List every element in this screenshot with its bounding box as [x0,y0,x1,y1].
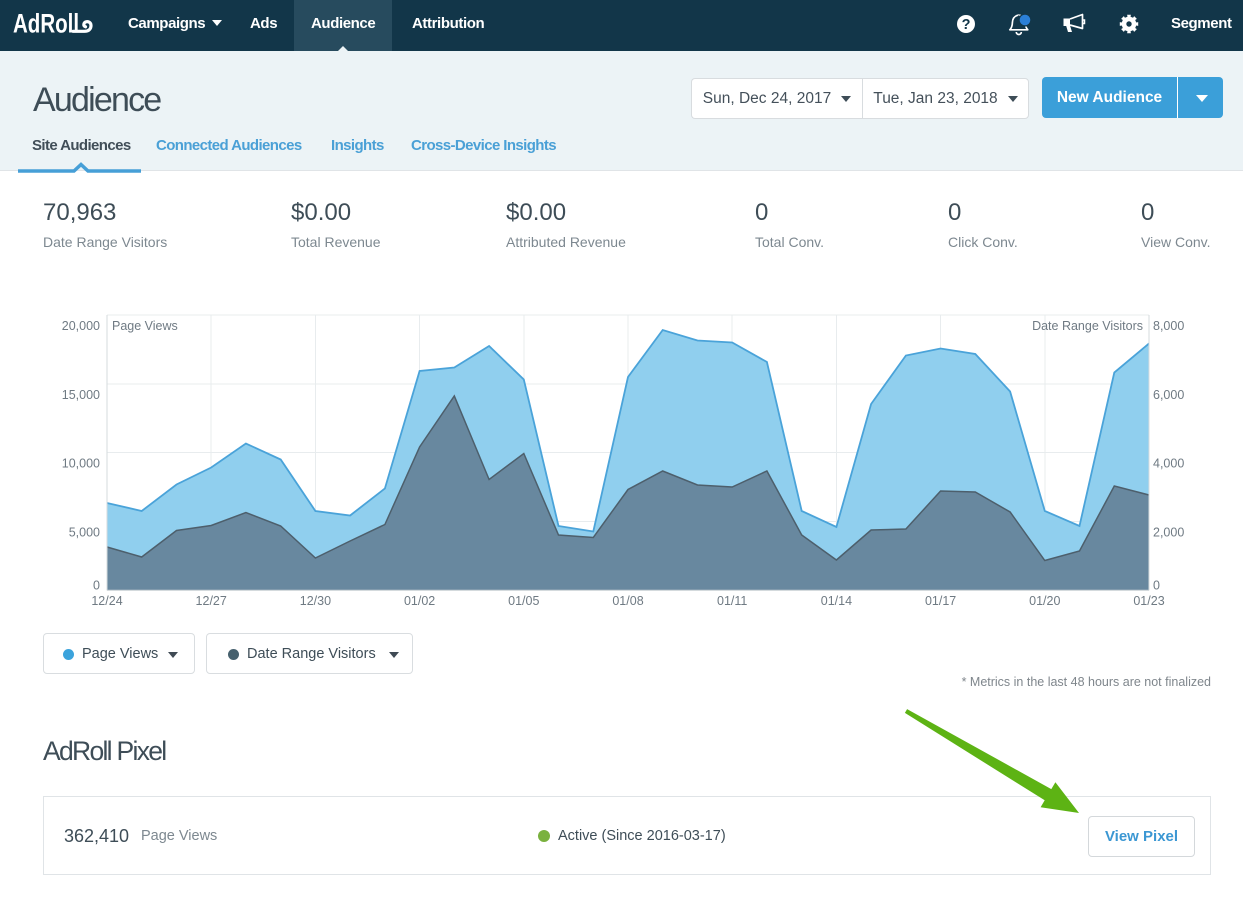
svg-text:15,000: 15,000 [62,388,100,402]
svg-text:01/02: 01/02 [404,594,435,608]
svg-text:01/23: 01/23 [1133,594,1164,608]
svg-text:?: ? [962,17,971,33]
svg-text:01/14: 01/14 [821,594,852,608]
svg-text:0: 0 [1153,578,1160,592]
svg-text:01/08: 01/08 [612,594,643,608]
svg-text:AdRoll: AdRoll [13,9,79,39]
svg-text:2,000: 2,000 [1153,526,1184,540]
svg-text:01/20: 01/20 [1029,594,1060,608]
svg-text:12/24: 12/24 [91,594,122,608]
svg-text:10,000: 10,000 [62,457,100,471]
svg-text:Date Range Visitors: Date Range Visitors [1032,319,1143,333]
svg-text:Page Views: Page Views [112,319,178,333]
svg-text:12/30: 12/30 [300,594,331,608]
svg-text:12/27: 12/27 [196,594,227,608]
svg-text:5,000: 5,000 [69,526,100,540]
svg-text:20,000: 20,000 [62,319,100,333]
svg-text:4,000: 4,000 [1153,457,1184,471]
svg-text:01/11: 01/11 [717,594,747,608]
svg-text:01/05: 01/05 [508,594,539,608]
svg-text:8,000: 8,000 [1153,319,1184,333]
svg-text:6,000: 6,000 [1153,388,1184,402]
svg-text:01/17: 01/17 [925,594,956,608]
svg-text:0: 0 [93,578,100,592]
